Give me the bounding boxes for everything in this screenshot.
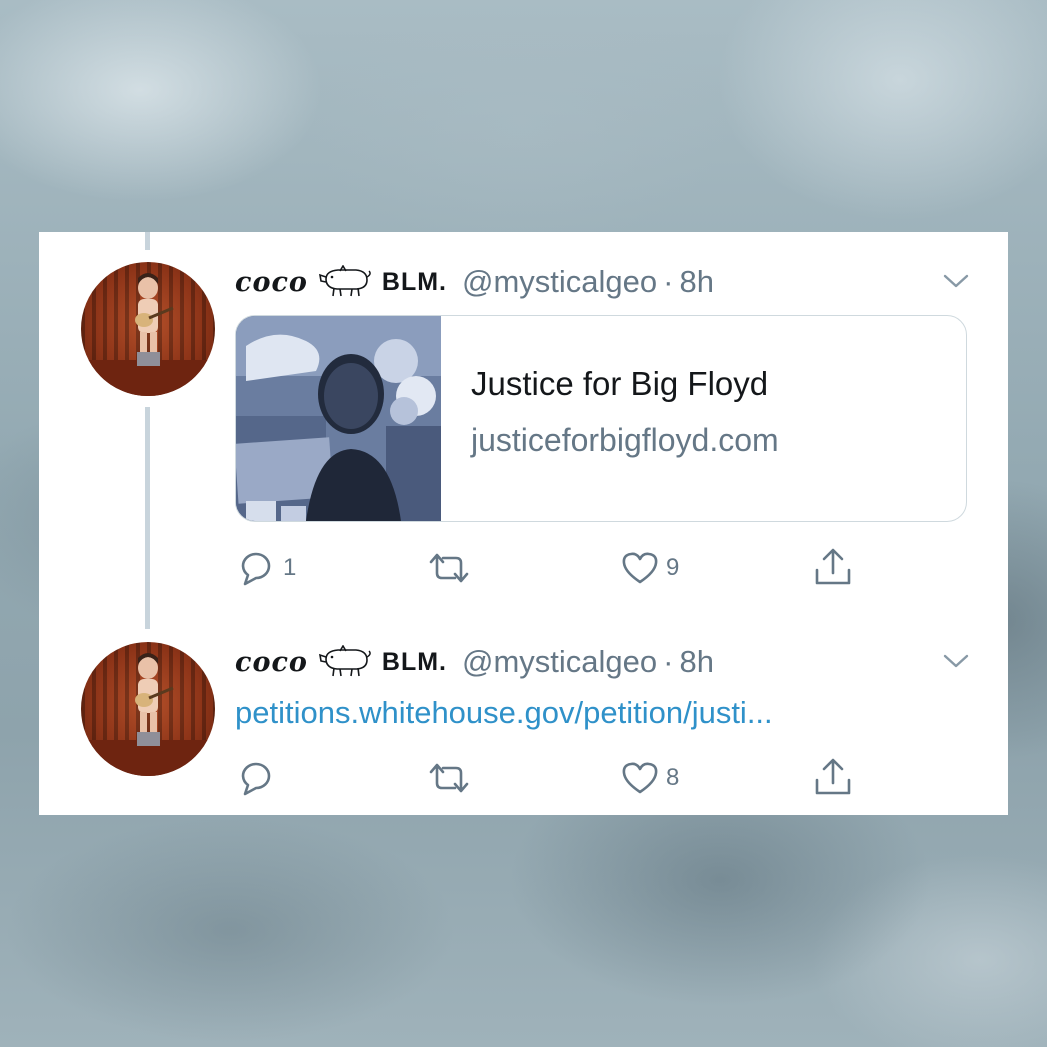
like-button[interactable]: 8 [618, 756, 679, 800]
tweet-header: coco BLM. @mysticalgeo · 8h [235, 262, 714, 302]
link-title: Justice for Big Floyd [471, 365, 769, 402]
reply-count: 1 [283, 554, 297, 581]
link-domain: justiceforbigfloyd.com [471, 422, 779, 458]
tweet-link[interactable]: petitions.whitehouse.gov/petition/justi.… [235, 695, 773, 731]
thread-line-top [145, 232, 150, 250]
separator-dot: · [663, 264, 674, 299]
share-button[interactable] [811, 756, 855, 800]
link-preview-card[interactable]: Justice for Big Floyd justiceforbigfloyd… [235, 315, 967, 522]
thread-line [145, 407, 150, 629]
retweet-icon [429, 763, 469, 793]
author-name[interactable]: coco [235, 647, 308, 678]
author-tag: BLM. [381, 267, 448, 296]
tweet-time[interactable]: 8h [680, 644, 714, 680]
share-button[interactable] [811, 546, 855, 590]
reply-button[interactable]: 1 [235, 546, 296, 590]
link-preview-image [236, 316, 441, 521]
share-icon [815, 548, 851, 585]
like-count: 9 [666, 554, 680, 581]
tweet-thread-card: coco BLM. @mysticalgeo · 8h Justice for … [39, 232, 1008, 815]
link-preview-text: Justice for Big Floyd justiceforbigfloyd… [471, 364, 779, 460]
author-tag: BLM. [381, 647, 448, 676]
pig-emoji-icon [318, 644, 372, 679]
pig-emoji-icon [318, 264, 372, 299]
like-icon [622, 552, 658, 584]
reply-icon [241, 552, 271, 586]
reply-button[interactable] [235, 756, 283, 800]
chevron-down-icon[interactable] [942, 652, 970, 670]
author-handle[interactable]: @mysticalgeo [462, 644, 657, 680]
like-button[interactable]: 9 [618, 546, 679, 590]
tweet-header: coco BLM. @mysticalgeo · 8h [235, 642, 714, 682]
retweet-button[interactable] [425, 546, 477, 590]
chevron-down-icon[interactable] [942, 272, 970, 290]
share-icon [815, 758, 851, 795]
avatar[interactable] [81, 642, 215, 776]
retweet-button[interactable] [425, 756, 477, 800]
reply-icon [241, 762, 271, 796]
tweet-time[interactable]: 8h [680, 264, 714, 300]
author-handle[interactable]: @mysticalgeo [462, 264, 657, 300]
avatar[interactable] [81, 262, 215, 396]
tweet-actions: 1 9 [235, 546, 975, 590]
like-count: 8 [666, 764, 680, 791]
like-icon [622, 762, 658, 794]
author-name[interactable]: coco [235, 267, 308, 298]
tweet-actions: 8 [235, 756, 975, 800]
retweet-icon [429, 553, 469, 583]
separator-dot: · [663, 644, 674, 679]
